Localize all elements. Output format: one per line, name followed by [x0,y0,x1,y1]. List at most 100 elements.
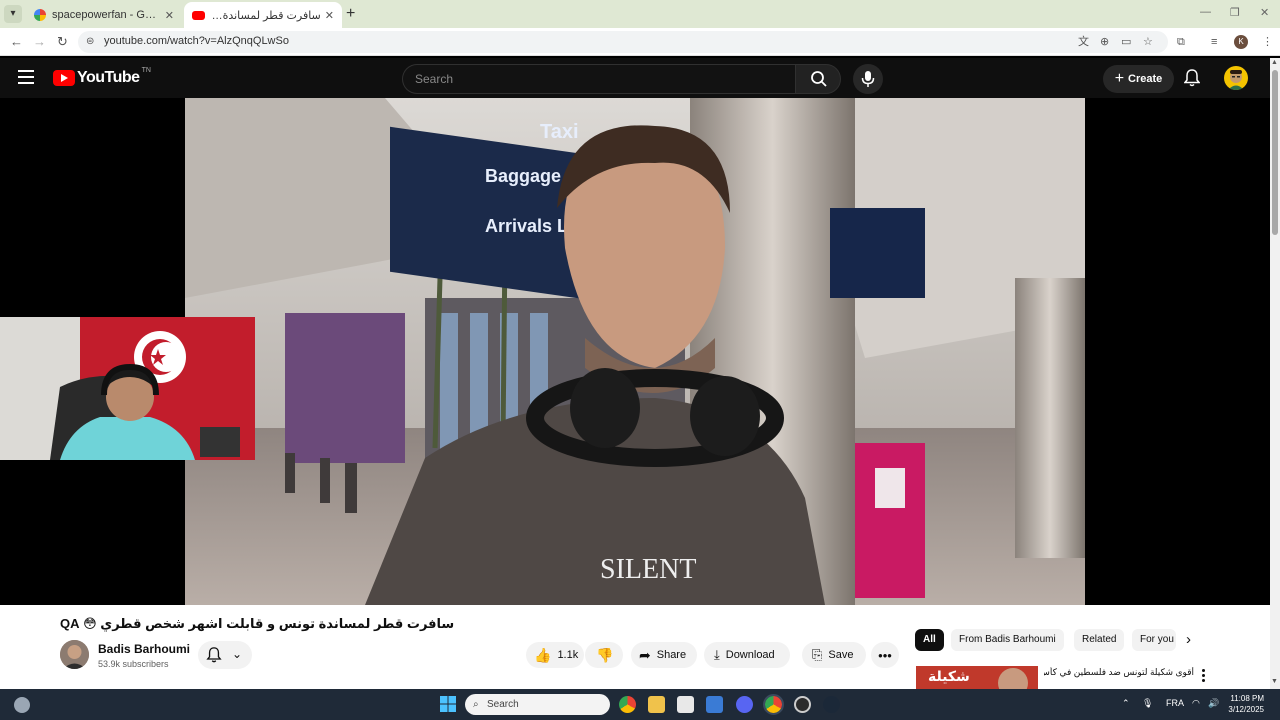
browser-profile-avatar[interactable]: K [1234,35,1248,49]
channel-name[interactable]: Badis Barhoumi [98,642,190,656]
translate-icon[interactable]: 文 [1078,35,1089,49]
cast-icon[interactable]: ▭ [1121,35,1131,49]
tab-google-search[interactable]: spacepowerfan - Google Search ✕ [26,2,182,28]
channel-avatar-image [60,640,89,669]
more-horizontal-icon: ••• [878,647,892,663]
reload-icon[interactable]: ↻ [57,34,68,50]
youtube-icon [192,10,205,20]
restore-icon[interactable]: ❐ [1230,6,1240,19]
like-button[interactable]: 👍 1.1k [526,642,584,668]
discord-icon[interactable] [736,696,753,713]
steam-icon[interactable] [823,696,840,713]
close-icon[interactable]: ✕ [165,9,174,22]
file-explorer-icon[interactable] [648,696,665,713]
bell-icon [1183,69,1201,87]
microphone-icon [861,71,875,87]
logo-text: YouTube [77,69,140,86]
recommendation-title[interactable]: أقوى شكيلة لتونس ضد فلسطين في كأس العرب [1044,667,1194,678]
share-icon: ➦ [639,646,651,663]
taskbar-search-label: Search [487,699,519,710]
more-actions-button[interactable]: ••• [871,642,899,668]
download-icon: ⤓ [714,647,720,662]
voice-search-button[interactable] [853,64,883,94]
wifi-icon[interactable]: ◠ [1192,698,1200,709]
clock-time: 11:08 PM [1230,694,1264,703]
subscription-notifications-button[interactable]: ⌄ [198,641,252,669]
window-close-icon[interactable]: ✕ [1260,6,1269,19]
video-scene: Baggage S Arrivals L Taxi SILENT [185,98,1085,605]
chip-related[interactable]: Related [1074,629,1125,651]
dislike-button[interactable]: 👎 [585,642,623,668]
search-button[interactable] [795,64,841,94]
scroll-down-icon[interactable]: ▼ [1271,678,1278,685]
create-label: Create [1128,73,1163,85]
scrollbar-thumb[interactable] [1272,70,1278,235]
tab-youtube-video[interactable]: سافرت قطر لمساندة تونس و قابلت اشهر شخص … [184,2,342,28]
screen: ▾ spacepowerfan - Google Search ✕ سافرت … [0,0,1280,720]
bookmark-icon: ⎘ [812,647,823,662]
reading-list-icon[interactable]: ≡ [1211,35,1217,49]
thumbs-down-icon: 👎 [596,646,614,663]
menu-icon[interactable] [18,70,34,84]
tab-label: spacepowerfan - Google Search [52,9,161,21]
plus-icon: + [1114,70,1125,87]
browser-toolbar: ← → ↻ ⊜ youtube.com/watch?v=AlzQnqQLwSo … [0,28,1280,56]
chip-all[interactable]: All [915,629,944,651]
back-icon[interactable]: ← [10,34,23,50]
browser-tabstrip: ▾ spacepowerfan - Google Search ✕ سافرت … [0,0,1280,28]
start-button[interactable] [440,696,456,712]
chrome-icon[interactable] [619,696,636,713]
browser-menu-icon[interactable]: ⋮ [1262,35,1273,49]
like-count: 1.1k [557,649,579,661]
volume-icon[interactable]: 🔊 [1208,698,1219,709]
notifications-button[interactable] [1183,69,1201,92]
streamer-webcam-overlay [0,317,255,460]
zoom-icon[interactable]: ⊕ [1100,35,1109,49]
search-box [402,64,796,94]
video-title: سافرت قطر لمساندة تونس و قابلت اشهر شخص … [60,616,455,631]
thumbs-up-icon: 👍 [534,646,552,663]
forward-icon[interactable]: → [33,34,46,50]
recommendation-menu-icon[interactable] [1202,669,1206,684]
download-button[interactable]: ⤓ Download [704,642,790,668]
create-button[interactable]: + Create [1103,65,1174,93]
language-indicator[interactable]: FRA [1166,698,1184,708]
chrome-active-icon[interactable] [763,694,784,715]
search-input[interactable] [403,65,796,93]
country-code: TN [141,66,151,74]
channel-avatar[interactable] [60,640,89,669]
save-label: Save [828,649,854,661]
minimize-icon[interactable]: — [1200,6,1211,18]
chip-for-you[interactable]: For you [1132,629,1176,651]
video-player[interactable]: Baggage S Arrivals L Taxi SILENT [0,98,1270,605]
taskbar: ⌕ Search ⌃ 🎙 FRA ◠ 🔊 11:08 PM 3/12/2025 [0,689,1280,720]
new-tab-button[interactable]: + [346,5,355,23]
store-icon[interactable] [677,696,694,713]
chevron-up-icon[interactable]: ⌃ [1122,698,1130,709]
bell-icon [206,647,222,663]
page-scrollbar[interactable]: ▲ ▼ [1270,58,1280,689]
site-info-icon[interactable]: ⊜ [86,36,94,47]
tab-search-icon[interactable]: ▾ [4,5,22,23]
obs-icon[interactable] [794,696,811,713]
microphone-icon[interactable]: 🎙 [1142,698,1153,709]
chip-from-channel[interactable]: From Badis Barhoumi [951,629,1064,651]
youtube-logo[interactable]: YouTube TN [53,66,151,87]
webcam-scene [0,317,255,460]
mail-icon[interactable] [706,696,723,713]
close-icon[interactable]: ✕ [325,9,334,22]
share-button[interactable]: ➦ Share [631,642,697,668]
extensions-icon[interactable]: ⧉ [1177,35,1185,49]
save-button[interactable]: ⎘ Save [802,642,866,668]
bookmark-star-icon[interactable]: ☆ [1143,35,1153,49]
scroll-up-icon[interactable]: ▲ [1271,59,1278,66]
address-bar[interactable]: ⊜ youtube.com/watch?v=AlzQnqQLwSo [78,31,1168,53]
video-frame[interactable]: Baggage S Arrivals L Taxi SILENT [185,98,1085,605]
youtube-header: YouTube TN + Create [0,58,1270,98]
widgets-icon[interactable] [14,697,30,713]
taskbar-search[interactable]: ⌕ Search [465,694,610,715]
chevron-right-icon[interactable]: › [1186,631,1191,648]
taskbar-clock[interactable]: 11:08 PM 3/12/2025 [1226,693,1264,715]
svg-text:Taxi: Taxi [540,121,579,143]
account-avatar[interactable] [1224,66,1248,90]
